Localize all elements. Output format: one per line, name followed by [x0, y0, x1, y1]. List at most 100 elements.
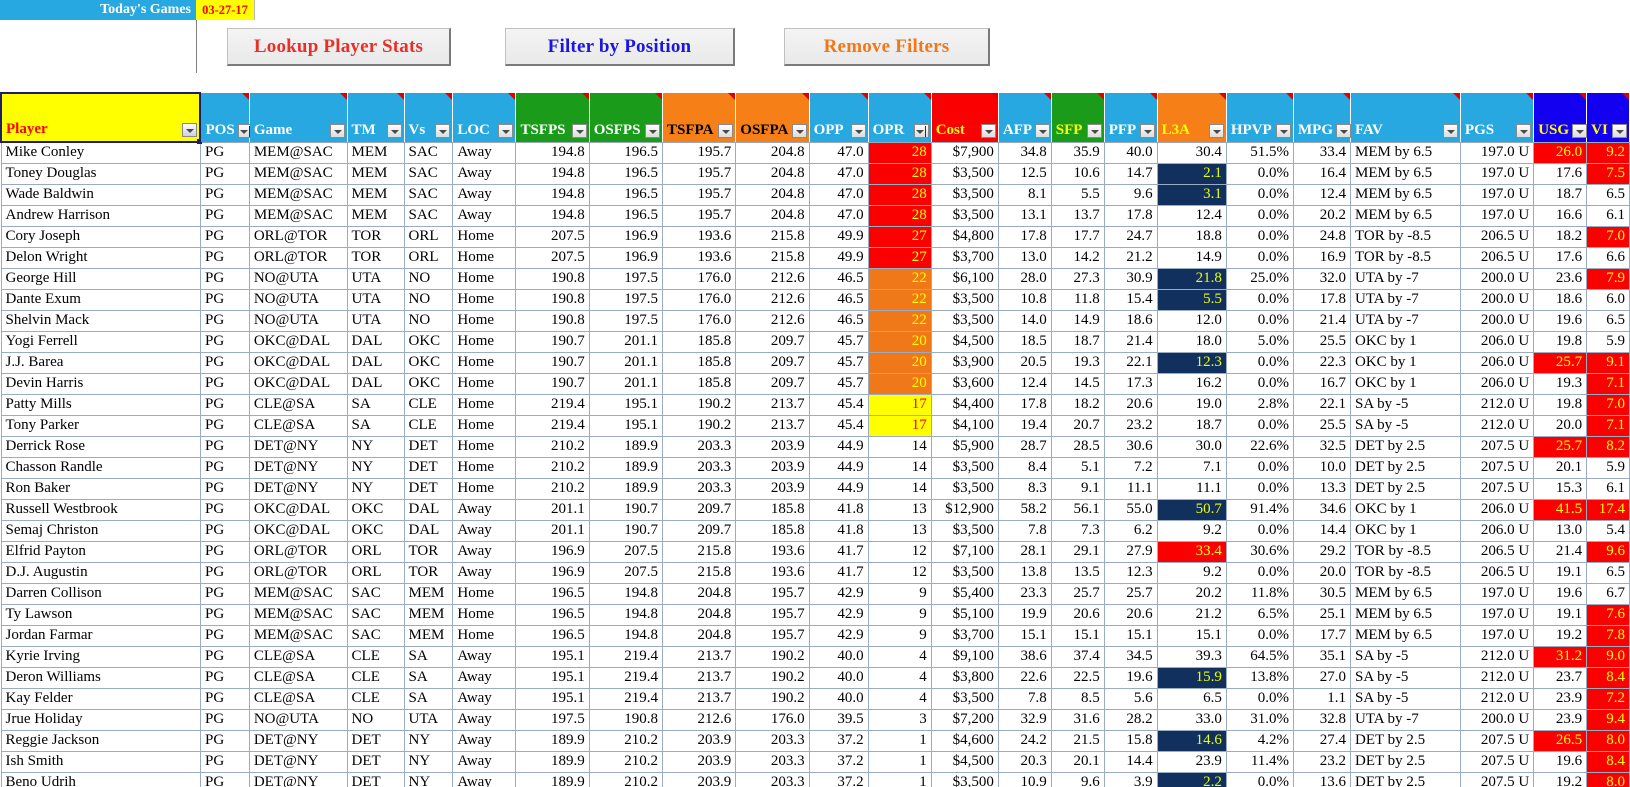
- cell-pgs[interactable]: 197.0 U: [1460, 163, 1535, 185]
- cell-loc[interactable]: Home: [452, 331, 517, 353]
- filter-dropdown-icon-player[interactable]: [182, 123, 198, 137]
- cell-cost[interactable]: $3,500: [931, 478, 999, 500]
- cell-l3a[interactable]: 12.4: [1157, 205, 1227, 227]
- cell-tsfpa[interactable]: 204.8: [662, 583, 737, 605]
- cell-sfp[interactable]: 35.9: [1051, 142, 1105, 164]
- column-header-game[interactable]: Game: [249, 93, 348, 143]
- cell-hpvp[interactable]: 25.0%: [1226, 268, 1295, 290]
- cell-cost[interactable]: $3,500: [931, 457, 999, 479]
- cell-pgs[interactable]: 206.0 U: [1460, 499, 1535, 521]
- cell-usg[interactable]: 16.6: [1533, 205, 1588, 227]
- cell-vs[interactable]: OKC: [404, 331, 454, 353]
- cell-afp[interactable]: 20.3: [998, 751, 1052, 773]
- cell-pos[interactable]: PG: [200, 352, 250, 374]
- cell-vi[interactable]: 5.9: [1586, 331, 1630, 353]
- cell-game[interactable]: NO@UTA: [249, 310, 348, 332]
- column-header-vi[interactable]: VI: [1586, 93, 1630, 143]
- cell-usg[interactable]: 18.2: [1533, 226, 1588, 248]
- cell-cost[interactable]: $3,700: [931, 247, 999, 269]
- cell-pos[interactable]: PG: [200, 709, 250, 731]
- cell-osfpa[interactable]: 204.8: [735, 205, 810, 227]
- cell-vi[interactable]: 6.0: [1586, 289, 1630, 311]
- cell-l3a[interactable]: 5.5: [1157, 289, 1227, 311]
- cell-opr[interactable]: 13: [868, 520, 932, 542]
- cell-mpg[interactable]: 25.5: [1293, 331, 1351, 353]
- cell-osfps[interactable]: 207.5: [589, 562, 664, 584]
- filter-dropdown-icon-game[interactable]: [329, 123, 345, 138]
- cell-hpvp[interactable]: 64.5%: [1226, 646, 1295, 668]
- cell-tm[interactable]: MEM: [347, 205, 405, 227]
- cell-vs[interactable]: TOR: [404, 541, 454, 563]
- cell-usg[interactable]: 18.7: [1533, 184, 1588, 206]
- filter-dropdown-icon-opr[interactable]: [913, 123, 929, 138]
- cell-player[interactable]: Delon Wright: [0, 247, 201, 269]
- cell-tsfpa[interactable]: 209.7: [662, 499, 737, 521]
- cell-tm[interactable]: CLE: [347, 667, 405, 689]
- cell-sfp[interactable]: 22.5: [1051, 667, 1105, 689]
- cell-mpg[interactable]: 30.5: [1293, 583, 1351, 605]
- cell-vi[interactable]: 7.5: [1586, 163, 1630, 185]
- cell-mpg[interactable]: 17.7: [1293, 625, 1351, 647]
- cell-hpvp[interactable]: 0.0%: [1226, 310, 1295, 332]
- table-row[interactable]: Darren Collison PG MEM@SAC SAC MEM Home 196.5 1…: [0, 583, 1630, 605]
- cell-fav[interactable]: MEM by 6.5: [1350, 625, 1461, 647]
- cell-player[interactable]: Derrick Rose: [0, 436, 201, 458]
- cell-hpvp[interactable]: 0.0%: [1226, 478, 1295, 500]
- cell-opr[interactable]: 4: [868, 667, 932, 689]
- cell-osfps[interactable]: 219.4: [589, 667, 664, 689]
- cell-player[interactable]: Semaj Christon: [0, 520, 201, 542]
- cell-mpg[interactable]: 29.2: [1293, 541, 1351, 563]
- cell-opp[interactable]: 41.8: [809, 520, 869, 542]
- cell-game[interactable]: CLE@SA: [249, 394, 348, 416]
- cell-mpg[interactable]: 20.0: [1293, 562, 1351, 584]
- cell-osfps[interactable]: 201.1: [589, 331, 664, 353]
- cell-l3a[interactable]: 12.0: [1157, 310, 1227, 332]
- cell-pfp[interactable]: 11.1: [1104, 478, 1158, 500]
- cell-game[interactable]: NO@UTA: [249, 268, 348, 290]
- table-row[interactable]: Ty Lawson PG MEM@SAC SAC MEM Home 196.5 194.8 20…: [0, 604, 1630, 626]
- cell-osfpa[interactable]: 190.2: [735, 646, 810, 668]
- cell-l3a[interactable]: 16.2: [1157, 373, 1227, 395]
- cell-hpvp[interactable]: 0.0%: [1226, 625, 1295, 647]
- cell-mpg[interactable]: 10.0: [1293, 457, 1351, 479]
- cell-opp[interactable]: 44.9: [809, 436, 869, 458]
- cell-loc[interactable]: Home: [452, 583, 517, 605]
- cell-player[interactable]: Yogi Ferrell: [0, 331, 201, 353]
- cell-hpvp[interactable]: 11.4%: [1226, 751, 1295, 773]
- cell-sfp[interactable]: 27.3: [1051, 268, 1105, 290]
- cell-afp[interactable]: 15.1: [998, 625, 1052, 647]
- cell-opr[interactable]: 27: [868, 247, 932, 269]
- cell-game[interactable]: DET@NY: [249, 772, 348, 787]
- cell-mpg[interactable]: 25.1: [1293, 604, 1351, 626]
- cell-tsfps[interactable]: 197.5: [515, 709, 590, 731]
- cell-usg[interactable]: 26.0: [1533, 142, 1588, 164]
- cell-tsfpa[interactable]: 213.7: [662, 688, 737, 710]
- cell-tsfpa[interactable]: 195.7: [662, 184, 737, 206]
- cell-osfps[interactable]: 197.5: [589, 289, 664, 311]
- cell-pos[interactable]: PG: [200, 478, 250, 500]
- column-header-sfp[interactable]: SFP: [1051, 93, 1105, 143]
- cell-pfp[interactable]: 21.4: [1104, 331, 1158, 353]
- table-row[interactable]: Patty Mills PG CLE@SA SA CLE Home 219.4 195.1 19…: [0, 394, 1630, 416]
- cell-mpg[interactable]: 13.6: [1293, 772, 1351, 787]
- column-header-mpg[interactable]: MPG: [1293, 93, 1352, 143]
- cell-tsfps[interactable]: 196.9: [515, 541, 590, 563]
- cell-fav[interactable]: UTA by -7: [1350, 289, 1461, 311]
- cell-pgs[interactable]: 212.0 U: [1460, 688, 1535, 710]
- cell-tsfps[interactable]: 210.2: [515, 436, 590, 458]
- cell-tsfps[interactable]: 190.8: [515, 310, 590, 332]
- cell-opp[interactable]: 41.8: [809, 499, 869, 521]
- cell-pfp[interactable]: 40.0: [1104, 142, 1158, 164]
- cell-tsfps[interactable]: 195.1: [515, 646, 590, 668]
- cell-mpg[interactable]: 20.2: [1293, 205, 1351, 227]
- cell-tsfpa[interactable]: 195.7: [662, 163, 737, 185]
- filter-dropdown-icon-usg[interactable]: [1572, 123, 1588, 138]
- cell-pfp[interactable]: 30.6: [1104, 436, 1158, 458]
- cell-loc[interactable]: Away: [452, 772, 517, 787]
- cell-tm[interactable]: DAL: [347, 373, 405, 395]
- filter-dropdown-icon-sfp[interactable]: [1086, 123, 1102, 138]
- cell-sfp[interactable]: 15.1: [1051, 625, 1105, 647]
- cell-opr[interactable]: 9: [868, 625, 932, 647]
- cell-vs[interactable]: SA: [404, 646, 454, 668]
- cell-pfp[interactable]: 34.5: [1104, 646, 1158, 668]
